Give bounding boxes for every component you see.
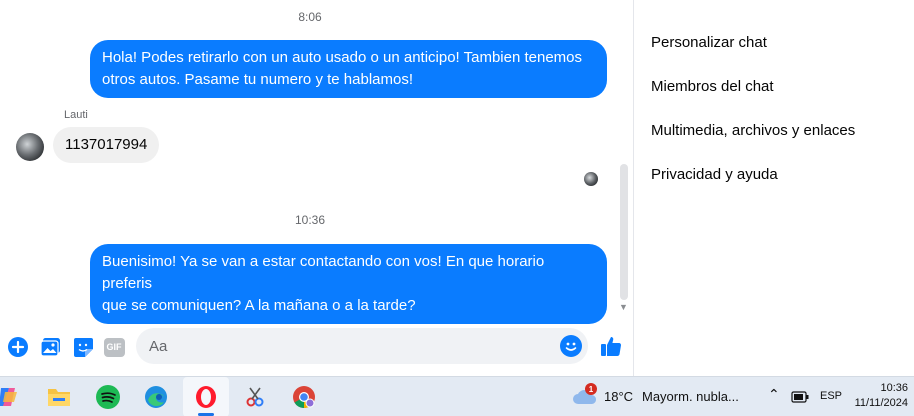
- image-icon[interactable]: [39, 336, 61, 358]
- chevron-up-icon[interactable]: ⌃: [768, 386, 780, 403]
- clock-time: 10:36: [880, 382, 908, 394]
- chat-scrollbar[interactable]: [620, 164, 628, 300]
- taskbar: 1 18°C Mayorm. nubla... ⌃ ESP 10:36 11/1…: [0, 376, 914, 416]
- battery-icon[interactable]: [791, 390, 809, 408]
- opera-icon[interactable]: [192, 383, 220, 411]
- gif-icon[interactable]: GIF: [103, 336, 125, 358]
- input-language[interactable]: ESP: [820, 390, 842, 402]
- message-text: que se comuniquen? A la mañana o a la ta…: [102, 297, 416, 314]
- sticker-icon[interactable]: [72, 336, 94, 358]
- outgoing-message[interactable]: Hola! Podes retirarlo con un auto usado …: [90, 40, 607, 98]
- incoming-message[interactable]: 1137017994: [53, 127, 160, 163]
- message-text: Hola! Podes retirarlo con un auto usado …: [102, 49, 583, 66]
- emoji-icon[interactable]: [560, 335, 582, 357]
- message-text: otros autos. Pasame tu numero y te habla…: [102, 71, 413, 88]
- scroll-down-arrow-icon[interactable]: ▼: [619, 302, 628, 312]
- copilot-icon[interactable]: [0, 383, 22, 411]
- chrome-icon[interactable]: [290, 383, 318, 411]
- sidebar-item-customize-chat[interactable]: Personalizar chat: [651, 34, 767, 51]
- outgoing-message[interactable]: Buenisimo! Ya se van a estar contactando…: [90, 244, 607, 324]
- snipping-tool-icon[interactable]: [241, 383, 269, 411]
- edge-icon[interactable]: [142, 383, 170, 411]
- message-input[interactable]: [136, 328, 536, 364]
- weather-alert-badge: 1: [585, 383, 597, 395]
- gif-label: GIF: [103, 337, 125, 357]
- message-text: Buenisimo! Ya se van a estar contactando…: [102, 253, 545, 292]
- sidebar-item-media-files-links[interactable]: Multimedia, archivos y enlaces: [651, 122, 855, 139]
- message-timestamp: 10:36: [294, 213, 326, 227]
- file-explorer-icon[interactable]: [45, 383, 73, 411]
- weather-temp[interactable]: 18°C: [604, 389, 633, 404]
- plus-icon[interactable]: [7, 336, 29, 358]
- chat-info-panel: Personalizar chat Miembros del chat Mult…: [635, 0, 914, 376]
- like-icon[interactable]: [600, 335, 622, 357]
- chat-panel: 8:06 Hola! Podes retirarlo con un auto u…: [0, 0, 634, 376]
- sender-name: Lauti: [64, 109, 88, 121]
- system-clock[interactable]: 10:36 11/11/2024: [855, 381, 908, 411]
- clock-date: 11/11/2024: [854, 397, 908, 409]
- message-timestamp: 8:06: [298, 10, 322, 24]
- sidebar-item-privacy-support[interactable]: Privacidad y ayuda: [651, 166, 778, 183]
- read-receipt-avatar: [584, 172, 598, 186]
- message-input-container[interactable]: [136, 328, 588, 364]
- weather-description[interactable]: Mayorm. nubla...: [642, 389, 739, 404]
- sidebar-item-chat-members[interactable]: Miembros del chat: [651, 78, 774, 95]
- spotify-icon[interactable]: [94, 383, 122, 411]
- avatar[interactable]: [16, 133, 44, 161]
